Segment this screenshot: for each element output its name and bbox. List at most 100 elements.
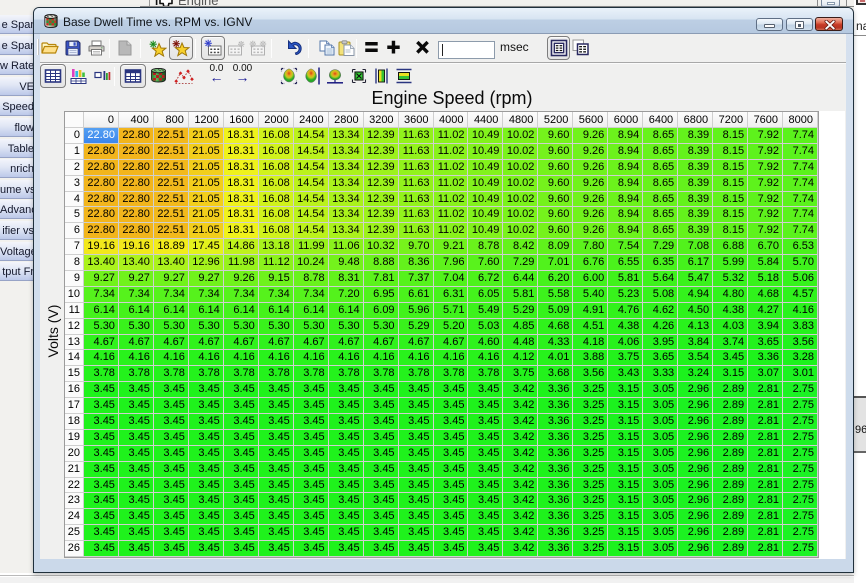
- table-cell[interactable]: 3.45: [329, 541, 364, 557]
- table-cell[interactable]: 22.80: [84, 176, 119, 192]
- table-cell[interactable]: 2.89: [713, 541, 748, 557]
- table-cell[interactable]: 3.25: [573, 493, 608, 509]
- table-cell[interactable]: 2.96: [678, 398, 713, 414]
- win-bars-button[interactable]: [94, 70, 111, 82]
- table-cell[interactable]: 3.74: [713, 335, 748, 351]
- value-input[interactable]: [438, 41, 495, 59]
- table-cell[interactable]: 5.08: [643, 287, 678, 303]
- table-cell[interactable]: 3.45: [294, 462, 329, 478]
- table-cell[interactable]: 9.26: [573, 192, 608, 208]
- table-cell[interactable]: 6.53: [783, 239, 818, 255]
- table-cell[interactable]: 4.80: [713, 287, 748, 303]
- table-cell[interactable]: 5.23: [608, 287, 643, 303]
- table-cell[interactable]: 22.51: [154, 176, 189, 192]
- table-cell[interactable]: 3.45: [154, 509, 189, 525]
- table-cell[interactable]: 3.45: [399, 414, 434, 430]
- table-cell[interactable]: 18.31: [224, 192, 259, 208]
- table-cell[interactable]: 5.30: [329, 319, 364, 335]
- table-cell[interactable]: 2.89: [713, 430, 748, 446]
- table-cell[interactable]: 19.16: [84, 239, 119, 255]
- table-cell[interactable]: 3.45: [468, 446, 503, 462]
- bg-menu-item[interactable]: ifier vs: [0, 221, 34, 240]
- table-cell[interactable]: 5.30: [189, 319, 224, 335]
- table-cell[interactable]: 2.81: [748, 493, 783, 509]
- table-cell[interactable]: 3.36: [538, 446, 573, 462]
- table-cell[interactable]: 10.49: [468, 223, 503, 239]
- table-copy2-button[interactable]: [572, 39, 589, 56]
- table-cell[interactable]: 3.95: [643, 335, 678, 351]
- paste-button[interactable]: [338, 40, 355, 56]
- table-cell[interactable]: 10.02: [503, 223, 538, 239]
- table-cell[interactable]: 9.26: [573, 144, 608, 160]
- table-cell[interactable]: 13.34: [329, 160, 364, 176]
- table-cell[interactable]: 3.45: [119, 478, 154, 494]
- table-cell[interactable]: 3.45: [84, 493, 119, 509]
- table-cell[interactable]: 9.15: [259, 271, 294, 287]
- table-cell[interactable]: 3.45: [468, 525, 503, 541]
- table-cell[interactable]: 21.05: [189, 128, 224, 144]
- table-cell[interactable]: 16.08: [259, 207, 294, 223]
- table-cell[interactable]: 22.51: [154, 160, 189, 176]
- table-cell[interactable]: 5.30: [364, 319, 399, 335]
- table-cell[interactable]: 3.45: [364, 446, 399, 462]
- table-cell[interactable]: 13.34: [329, 144, 364, 160]
- table-cell[interactable]: 22.80: [119, 223, 154, 239]
- table-cell[interactable]: 3.05: [643, 462, 678, 478]
- xbox-button[interactable]: [351, 68, 367, 84]
- table-cell[interactable]: 9.26: [573, 176, 608, 192]
- table-cell[interactable]: 3.45: [468, 382, 503, 398]
- table-cell[interactable]: 8.31: [329, 271, 364, 287]
- table-cell[interactable]: 12.39: [364, 207, 399, 223]
- table-cell[interactable]: 6.00: [573, 271, 608, 287]
- table-cell[interactable]: 5.99: [713, 255, 748, 271]
- table-cell[interactable]: 7.92: [748, 160, 783, 176]
- table-cell[interactable]: 8.39: [678, 160, 713, 176]
- table-cell[interactable]: 7.29: [643, 239, 678, 255]
- bg-menu-item[interactable]: tput Fr: [0, 262, 34, 281]
- table-cell[interactable]: 3.45: [224, 525, 259, 541]
- table-cell[interactable]: 11.06: [329, 239, 364, 255]
- table-cell[interactable]: 3.45: [399, 525, 434, 541]
- table-cell[interactable]: 7.60: [468, 255, 503, 271]
- table-cell[interactable]: 3.45: [259, 430, 294, 446]
- table-cell[interactable]: 22.80: [119, 144, 154, 160]
- table-cell[interactable]: 3.45: [294, 446, 329, 462]
- blob-select-button[interactable]: [280, 67, 298, 85]
- table-cell[interactable]: 4.26: [643, 319, 678, 335]
- table-cell[interactable]: 16.08: [259, 176, 294, 192]
- table-cell[interactable]: 16.08: [259, 192, 294, 208]
- table-cell[interactable]: 7.34: [154, 287, 189, 303]
- table-cell[interactable]: 5.30: [119, 319, 154, 335]
- bg-menu-item[interactable]: VE: [0, 77, 34, 96]
- table-cell[interactable]: 8.36: [399, 255, 434, 271]
- table-cell[interactable]: 6.31: [434, 287, 469, 303]
- table-cell[interactable]: 2.96: [678, 493, 713, 509]
- table-cell[interactable]: 4.67: [399, 335, 434, 351]
- table-cell[interactable]: 8.39: [678, 128, 713, 144]
- table-cell[interactable]: 3.45: [189, 430, 224, 446]
- table-cell[interactable]: 4.16: [399, 350, 434, 366]
- table-cell[interactable]: 3.05: [643, 446, 678, 462]
- table-cell[interactable]: 2.81: [748, 430, 783, 446]
- table-cell[interactable]: 3.25: [573, 525, 608, 541]
- table-cell[interactable]: 2.96: [678, 446, 713, 462]
- table-cell[interactable]: 2.96: [678, 509, 713, 525]
- table-cell[interactable]: 8.39: [678, 144, 713, 160]
- table-cell[interactable]: 12.39: [364, 128, 399, 144]
- table-cell[interactable]: 3.45: [224, 382, 259, 398]
- table-cell[interactable]: 3.45: [119, 493, 154, 509]
- table-cell[interactable]: 17.45: [189, 239, 224, 255]
- table-cell[interactable]: 3.88: [573, 350, 608, 366]
- table-cell[interactable]: 3.45: [364, 462, 399, 478]
- table-cell[interactable]: 4.51: [573, 319, 608, 335]
- table-cell[interactable]: 7.74: [783, 160, 818, 176]
- table-cell[interactable]: 18.31: [224, 207, 259, 223]
- table-cell[interactable]: 9.70: [399, 239, 434, 255]
- table-cell[interactable]: 4.67: [189, 335, 224, 351]
- table-cell[interactable]: 11.98: [224, 255, 259, 271]
- table-cell[interactable]: 3.45: [84, 398, 119, 414]
- table-cell[interactable]: 3.25: [573, 430, 608, 446]
- table-cell[interactable]: 7.92: [748, 223, 783, 239]
- table-cell[interactable]: 5.06: [783, 271, 818, 287]
- table-cell[interactable]: 22.80: [119, 176, 154, 192]
